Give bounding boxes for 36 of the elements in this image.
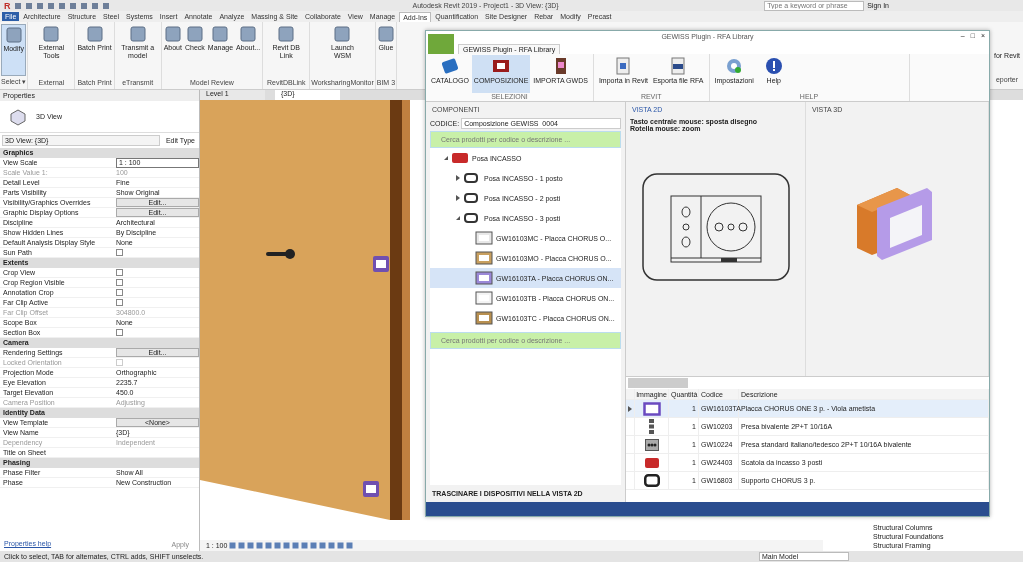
tool-icon [43, 26, 60, 42]
frame-icon [463, 211, 481, 225]
box-icon [451, 151, 469, 165]
tool-icon [212, 26, 229, 42]
frame-icon [463, 171, 481, 185]
checkbox[interactable] [116, 329, 123, 336]
tool-icon [129, 26, 146, 42]
tool-icon [334, 26, 351, 42]
checkbox[interactable] [116, 269, 123, 276]
expander-icon[interactable] [456, 175, 460, 181]
tool-icon [86, 26, 103, 42]
tool-icon [377, 26, 394, 42]
tool-icon [278, 26, 295, 42]
tool-icon [240, 26, 257, 42]
plate-icon [372, 255, 390, 273]
frame-icon [643, 474, 660, 487]
tool-icon [186, 26, 203, 42]
logo-icon [428, 34, 454, 54]
handle-icon [266, 248, 296, 260]
tool-icon [5, 27, 22, 43]
row-pointer-icon [628, 405, 632, 412]
device-icon [649, 419, 654, 434]
tool-icon [164, 26, 181, 42]
checkbox[interactable] [116, 289, 123, 296]
checkbox[interactable] [116, 249, 123, 256]
socket-icon [644, 438, 659, 451]
box-icon [644, 457, 659, 468]
checkbox[interactable] [116, 299, 123, 306]
frame-icon [463, 191, 481, 205]
expander-icon[interactable] [456, 216, 460, 220]
plate-icon [642, 401, 661, 416]
expander-icon[interactable] [456, 195, 460, 201]
checkbox[interactable] [116, 279, 123, 286]
expander-icon[interactable] [444, 156, 448, 160]
plate-icon [362, 480, 380, 498]
app-logo: R [4, 0, 11, 11]
